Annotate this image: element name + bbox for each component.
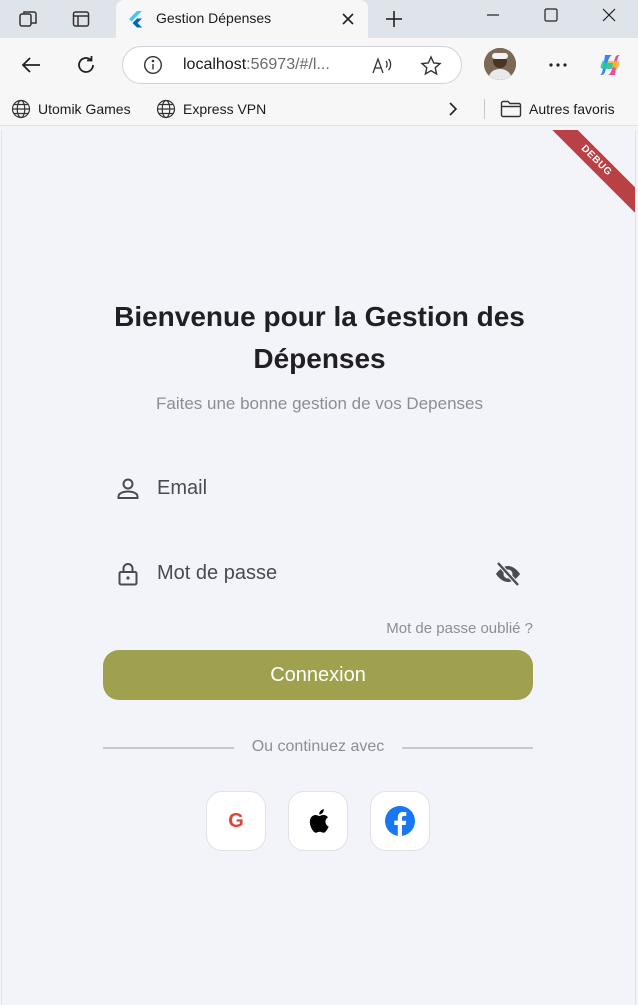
bookmark-utomik-games[interactable]: Utomik Games [11,98,131,120]
divider-left [103,747,234,749]
profile-avatar[interactable] [484,48,516,80]
apple-icon [309,809,329,833]
address-path: :56973/#/l... [246,56,330,73]
debug-banner: DEBUG [536,130,635,221]
google-icon: G [228,809,244,832]
bookmark-express-vpn[interactable]: Express VPN [156,98,266,120]
copilot-icon[interactable] [596,51,624,79]
bookmark-label: Utomik Games [38,101,131,117]
email-field[interactable] [103,466,535,510]
folder-icon [500,100,522,118]
facebook-icon [385,806,415,836]
workspaces-icon[interactable] [16,7,40,31]
other-favorites-folder[interactable]: Autres favoris [500,98,615,120]
tab-actions-icon[interactable] [69,7,93,31]
bookmark-label: Express VPN [183,101,267,117]
address-host: localhost [183,56,247,73]
close-tab-icon[interactable] [338,9,358,29]
new-tab-icon[interactable] [382,7,406,31]
browser-toolbar: localhost:56973/#/l... [0,38,638,92]
address-text[interactable]: localhost:56973/#/l... [183,56,330,74]
visibility-off-icon[interactable] [493,561,523,587]
minimize-icon[interactable] [464,0,522,30]
login-button[interactable]: Connexion [103,650,533,700]
facebook-login-button[interactable] [370,791,430,851]
app-viewport: DEBUG Bienvenue pour la Gestion des Dépe… [1,130,636,1005]
back-icon[interactable] [17,51,45,79]
forgot-password-link[interactable]: Mot de passe oublié ? [302,620,533,637]
tab-title: Gestion Dépenses [156,10,272,26]
globe-icon [156,99,176,119]
chevron-right-icon[interactable] [447,98,466,120]
divider-right [402,747,533,749]
globe-icon [11,99,31,119]
apple-login-button[interactable] [288,791,348,851]
maximize-icon[interactable] [522,0,580,30]
bookmarks-separator [484,99,485,119]
refresh-icon[interactable] [72,51,100,79]
browser-tab[interactable]: Gestion Dépenses [116,0,368,38]
read-aloud-icon[interactable] [371,55,393,77]
person-icon [117,478,139,499]
password-input[interactable] [157,557,477,589]
other-favorites-label: Autres favoris [529,101,615,117]
page-title: Bienvenue pour la Gestion des Dépenses [114,301,525,374]
close-window-icon[interactable] [580,0,638,30]
bookmarks-bar: Utomik Games Express VPN Autres favoris [0,92,638,126]
page-subtitle: Faites une bonne gestion de vos Depenses [155,394,483,413]
divider-text: Ou continuez avec [251,738,385,755]
browser-titlebar: Gestion Dépenses [0,0,638,38]
google-login-button[interactable]: G [206,791,266,851]
address-bar[interactable]: localhost:56973/#/l... [122,46,462,84]
flutter-icon [129,11,142,28]
password-field[interactable] [103,551,535,595]
lock-icon [118,563,138,586]
favorite-star-icon[interactable] [420,55,442,77]
site-info-icon[interactable] [143,55,163,75]
email-input[interactable] [157,472,477,504]
more-options-icon[interactable] [544,51,572,79]
